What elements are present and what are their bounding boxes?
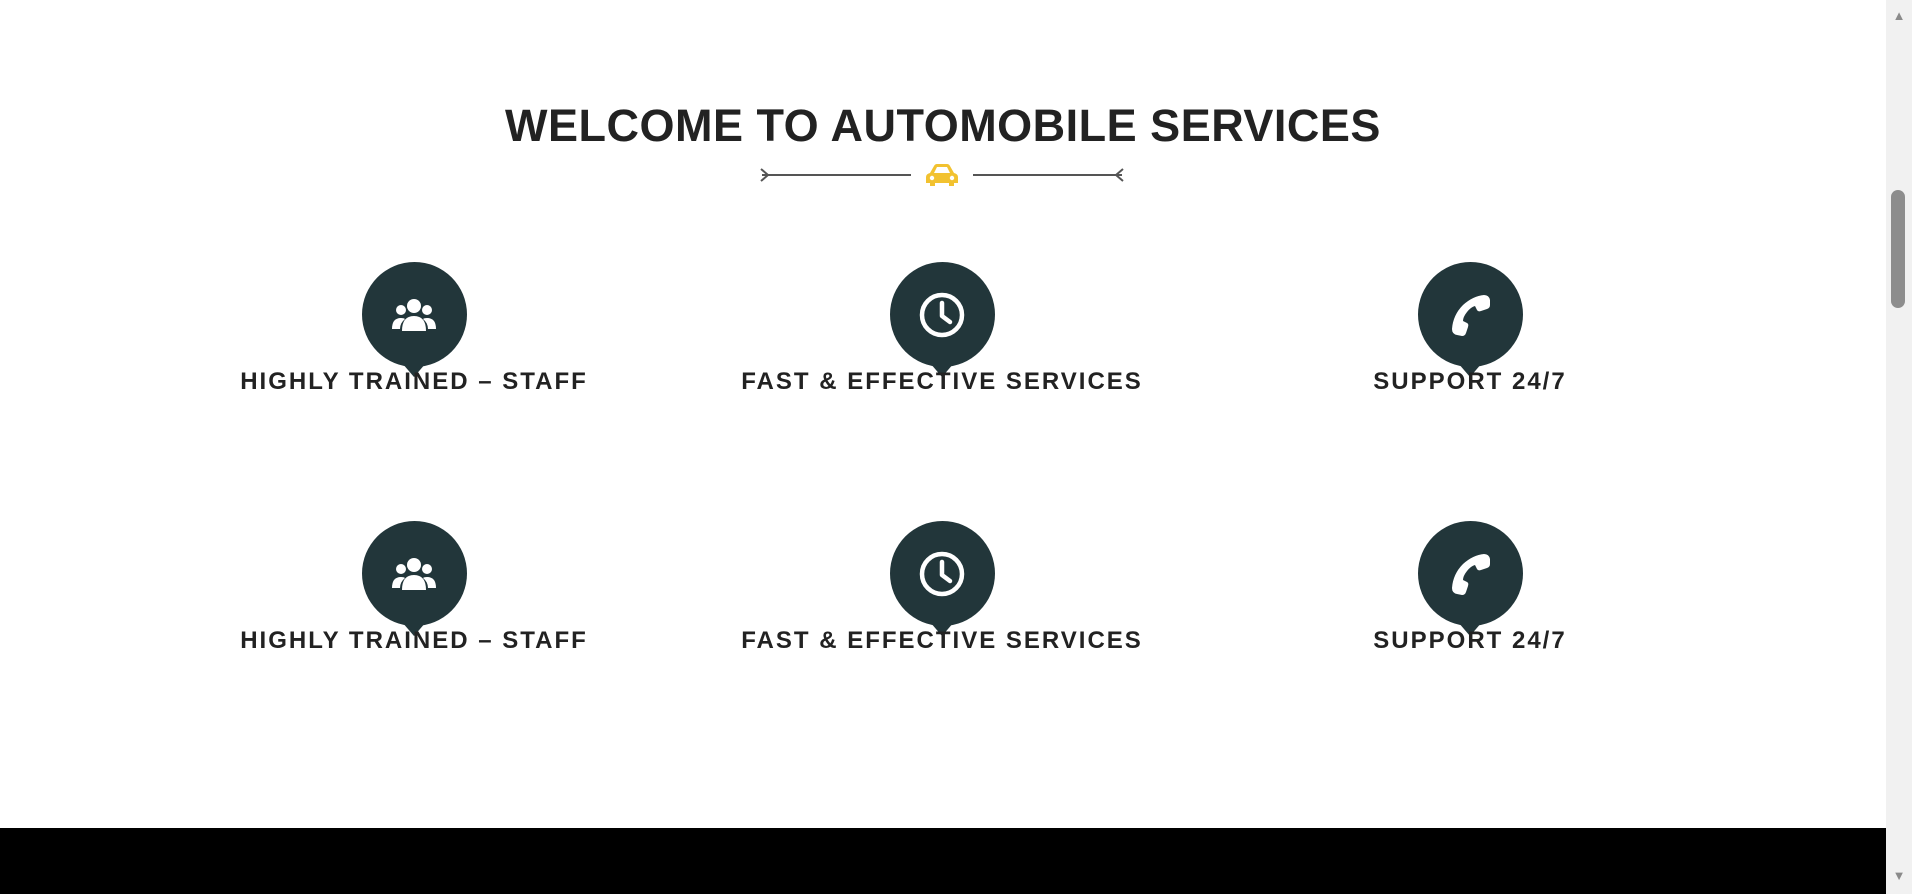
feature-fast-effective-services: FAST & EFFECTIVE SERVICES (732, 521, 1152, 654)
feature-icon-bubble (1417, 262, 1523, 377)
feature-title: FAST & EFFECTIVE SERVICES (741, 627, 1143, 654)
feature-icon-bubble (361, 262, 467, 377)
feature-fast-effective-services: FAST & EFFECTIVE SERVICES (732, 262, 1152, 395)
feature-title: HIGHLY TRAINED – STAFF (240, 627, 588, 654)
feature-title: FAST & EFFECTIVE SERVICES (741, 368, 1143, 395)
feature-icon-bubble (361, 521, 467, 636)
clock-icon (919, 551, 965, 596)
title-divider (760, 164, 1124, 186)
vertical-scrollbar[interactable]: ▲ ▼ (1886, 0, 1912, 894)
feature-highly-trained-staff: HIGHLY TRAINED – STAFF (204, 521, 624, 654)
scroll-thumb[interactable] (1891, 190, 1905, 308)
feature-support-24-7: SUPPORT 24/7 (1260, 521, 1680, 654)
users-icon (392, 298, 436, 331)
car-icon (926, 164, 958, 186)
feature-title: SUPPORT 24/7 (1373, 627, 1567, 654)
page: WELCOME TO AUTOMOBILE SERVICES HIGHLY TR… (0, 0, 1886, 894)
divider-right-line (973, 168, 1124, 182)
feature-support-24-7: SUPPORT 24/7 (1260, 262, 1680, 395)
feature-icon-bubble (1417, 521, 1523, 636)
feature-title: HIGHLY TRAINED – STAFF (240, 368, 588, 395)
footer-bar (0, 828, 1886, 894)
feature-highly-trained-staff: HIGHLY TRAINED – STAFF (204, 262, 624, 395)
scroll-down-arrow-icon[interactable]: ▼ (1886, 864, 1912, 886)
phone-icon (1452, 294, 1490, 336)
section-title: WELCOME TO AUTOMOBILE SERVICES (505, 100, 1381, 151)
clock-icon (919, 292, 965, 337)
divider-left-line (760, 168, 911, 182)
scroll-up-arrow-icon[interactable]: ▲ (1886, 4, 1912, 26)
feature-title: SUPPORT 24/7 (1373, 368, 1567, 395)
feature-icon-bubble (889, 262, 995, 377)
phone-icon (1452, 553, 1490, 595)
users-icon (392, 557, 436, 590)
feature-icon-bubble (889, 521, 995, 636)
